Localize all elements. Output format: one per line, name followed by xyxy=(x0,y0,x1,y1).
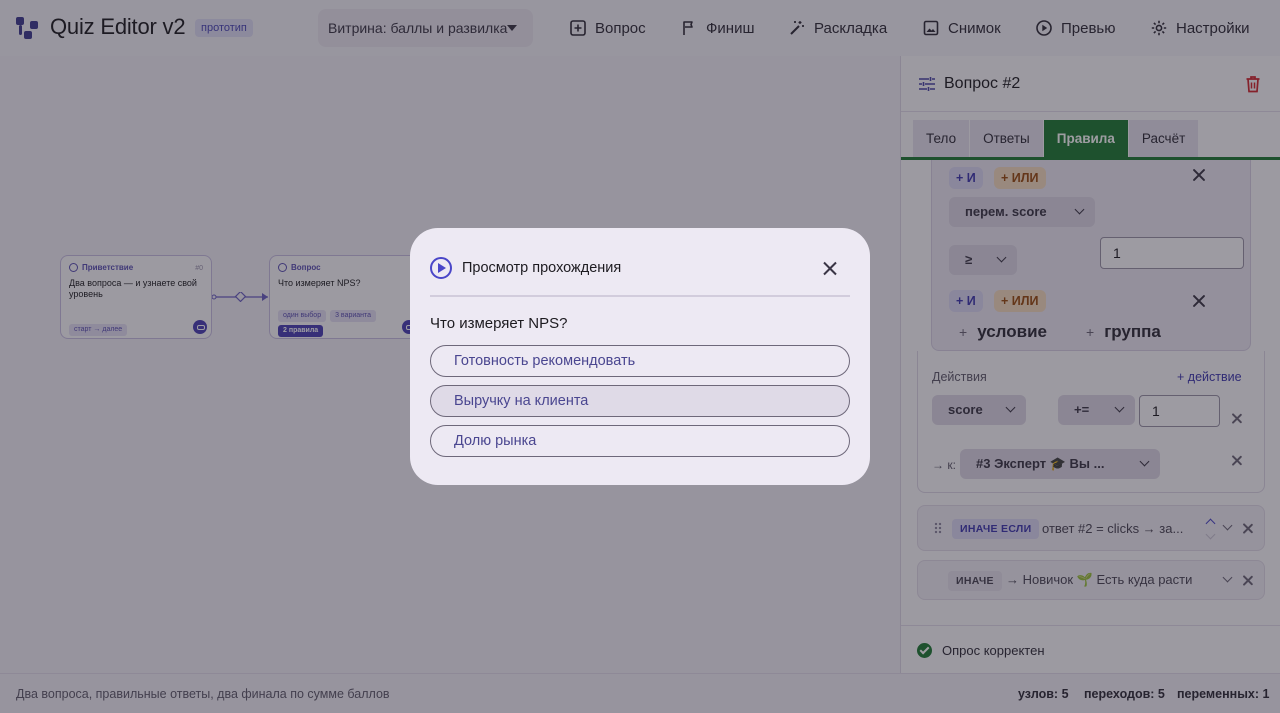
preview-question: Что измеряет NPS? xyxy=(430,315,568,332)
preview-dialog: Просмотр прохождения Что измеряет NPS? Г… xyxy=(410,228,870,485)
answer-option[interactable]: Готовность рекомендовать xyxy=(430,345,850,377)
answer-option[interactable]: Выручку на клиента xyxy=(430,385,850,417)
close-icon[interactable] xyxy=(823,262,836,275)
answer-option[interactable]: Долю рынка xyxy=(430,425,850,457)
divider xyxy=(430,295,850,297)
dialog-title: Просмотр прохождения xyxy=(462,260,622,276)
play-circle-icon xyxy=(430,257,452,279)
